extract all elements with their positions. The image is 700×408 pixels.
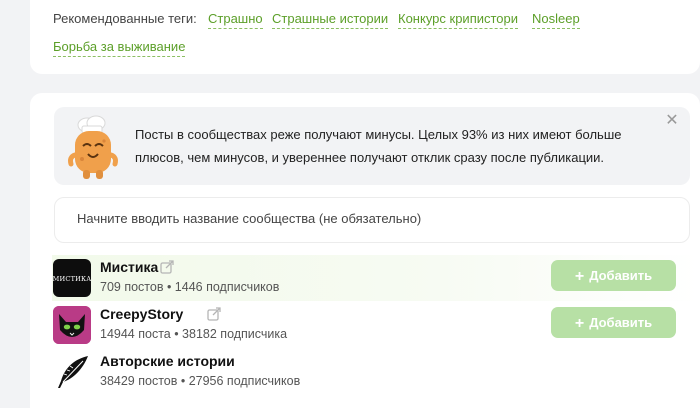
external-link-icon[interactable]: [207, 307, 221, 321]
close-icon[interactable]: ✕: [664, 113, 680, 129]
community-stats: 709 постов • 1446 подписчиков: [100, 280, 280, 294]
avatar: МИСТИКА: [53, 259, 91, 297]
community-search-input[interactable]: [77, 211, 667, 226]
tag-strashnye-istorii[interactable]: Страшные истории: [272, 11, 389, 29]
community-row-creepystory[interactable]: CreepyStory 14944 поста • 38182 подписчи…: [52, 302, 700, 348]
add-community-button[interactable]: + Добавить: [551, 260, 676, 291]
notice-line-2: плюсов, чем минусов, и увереннее получаю…: [135, 150, 605, 165]
avatar-text: МИСТИКА: [53, 275, 91, 283]
add-button-label: Добавить: [589, 268, 653, 283]
community-row-mistika[interactable]: МИСТИКА Мистика 709 постов • 1446 подпис…: [52, 255, 700, 301]
avatar: [53, 306, 91, 344]
avatar: [53, 353, 91, 391]
external-link-icon[interactable]: [160, 260, 174, 274]
notice-text: Посты в сообществах реже получают минусы…: [135, 123, 665, 169]
community-row-avtorskie-istorii[interactable]: Авторские истории 38429 постов • 27956 п…: [52, 349, 700, 395]
community-name[interactable]: Авторские истории: [100, 353, 235, 369]
tag-borba-za-vyzhivanie[interactable]: Борьба за выживание: [53, 39, 186, 57]
cookie-mascot-icon: [68, 115, 118, 179]
community-name[interactable]: Мистика: [100, 259, 158, 275]
add-community-button[interactable]: + Добавить: [551, 307, 676, 338]
notice-line-1: Посты в сообществах реже получают минусы…: [135, 127, 622, 142]
community-notice: Посты в сообществах реже получают минусы…: [54, 107, 690, 185]
community-stats: 14944 поста • 38182 подписчика: [100, 327, 288, 341]
community-name[interactable]: CreepyStory: [100, 306, 183, 322]
add-button-label: Добавить: [589, 315, 653, 330]
recommended-tags-card: Рекомендованные теги: Страшно Страшные и…: [30, 0, 700, 74]
tag-nosleep[interactable]: Nosleep: [532, 11, 580, 29]
feather-icon: [58, 356, 88, 388]
community-select-card: Посты в сообществах реже получают минусы…: [30, 93, 700, 408]
tags-label: Рекомендованные теги:: [53, 11, 197, 26]
community-stats: 38429 постов • 27956 подписчиков: [100, 374, 301, 388]
plus-icon: +: [574, 268, 585, 285]
tag-strashno[interactable]: Страшно: [208, 11, 263, 29]
community-search-field[interactable]: [54, 197, 690, 243]
plus-icon: +: [574, 315, 585, 332]
tag-konkurs-kripistori[interactable]: Конкурс крипистори: [398, 11, 519, 29]
